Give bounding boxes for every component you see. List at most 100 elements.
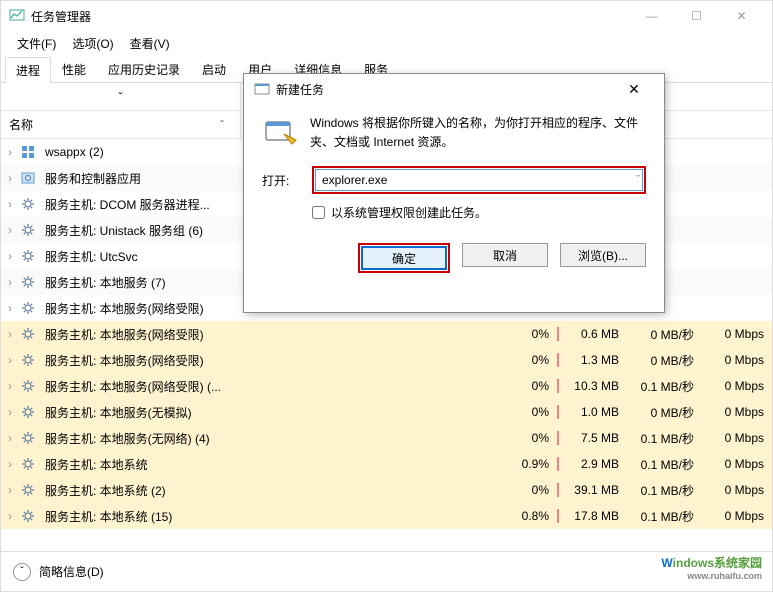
expand-icon[interactable]: › xyxy=(1,405,19,419)
process-row[interactable]: ›服务主机: 本地服务(无网络) (4)0%7.5 MB0.1 MB/秒0 Mb… xyxy=(1,425,772,451)
process-icon xyxy=(19,195,37,213)
brief-info-label[interactable]: 简略信息(D) xyxy=(39,563,104,580)
menubar: 文件(F) 选项(O) 查看(V) xyxy=(1,31,772,55)
memory-value: 17.8 MB xyxy=(557,509,627,523)
dialog-titlebar: 新建任务 ✕ xyxy=(244,74,664,104)
tab-apphistory[interactable]: 应用历史记录 xyxy=(97,56,191,82)
cpu-value: 0% xyxy=(497,379,557,393)
minimize-button[interactable]: — xyxy=(629,2,674,30)
dialog-description: Windows 将根据你所键入的名称，为你打开相应的程序、文件夹、文档或 Int… xyxy=(310,114,646,152)
menu-view[interactable]: 查看(V) xyxy=(122,33,178,54)
network-value: 0 Mbps xyxy=(702,509,772,523)
expand-icon[interactable]: › xyxy=(1,509,19,523)
process-name: 服务主机: 本地服务(无网络) (4) xyxy=(41,430,497,447)
maximize-button[interactable]: ☐ xyxy=(674,2,719,30)
tab-performance[interactable]: 性能 xyxy=(51,56,97,82)
network-value: 0 Mbps xyxy=(702,379,772,393)
network-value: 0 Mbps xyxy=(702,405,772,419)
process-row[interactable]: ›服务主机: 本地系统 (2)0%39.1 MB0.1 MB/秒0 Mbps xyxy=(1,477,772,503)
memory-value: 39.1 MB xyxy=(557,483,627,497)
process-row[interactable]: ›服务主机: 本地服务(无模拟)0%1.0 MB0 MB/秒0 Mbps xyxy=(1,399,772,425)
disk-value: 0 MB/秒 xyxy=(627,404,702,421)
expand-icon[interactable]: › xyxy=(1,249,19,263)
tab-startup[interactable]: 启动 xyxy=(191,56,237,82)
tab-processes[interactable]: 进程 xyxy=(5,57,51,83)
process-icon xyxy=(19,143,37,161)
dialog-icon xyxy=(254,81,270,97)
process-icon xyxy=(19,507,37,525)
process-icon xyxy=(19,429,37,447)
process-name: 服务主机: 本地服务(网络受限) xyxy=(41,326,497,343)
process-icon xyxy=(19,481,37,499)
brief-info-toggle[interactable]: ˇ xyxy=(13,563,31,581)
run-icon xyxy=(262,114,298,150)
process-icon xyxy=(19,169,37,187)
memory-value: 2.9 MB xyxy=(557,457,627,471)
process-row[interactable]: ›服务主机: 本地服务(网络受限)0%1.3 MB0 MB/秒0 Mbps xyxy=(1,347,772,373)
process-name: 服务主机: 本地系统 xyxy=(41,456,497,473)
new-task-dialog: 新建任务 ✕ Windows 将根据你所键入的名称，为你打开相应的程序、文件夹、… xyxy=(243,73,665,313)
cpu-value: 0% xyxy=(497,431,557,445)
admin-check-label: 以系统管理权限创建此任务。 xyxy=(331,204,487,221)
cpu-value: 0% xyxy=(497,405,557,419)
memory-value: 10.3 MB xyxy=(557,379,627,393)
cpu-value: 0.8% xyxy=(497,509,557,523)
process-name: 服务主机: 本地系统 (15) xyxy=(41,508,497,525)
process-row[interactable]: ›服务主机: 本地服务(网络受限) (...0%10.3 MB0.1 MB/秒0… xyxy=(1,373,772,399)
close-button[interactable]: ✕ xyxy=(719,2,764,30)
network-value: 0 Mbps xyxy=(702,483,772,497)
expand-icon[interactable]: › xyxy=(1,353,19,367)
input-highlight: ˇ xyxy=(312,166,646,194)
chevron-down-icon: ˇ xyxy=(220,118,224,132)
expand-icon[interactable]: › xyxy=(1,379,19,393)
expand-icon[interactable]: › xyxy=(1,483,19,497)
disk-value: 0.1 MB/秒 xyxy=(627,456,702,473)
browse-button[interactable]: 浏览(B)... xyxy=(560,243,646,267)
disk-value: 0 MB/秒 xyxy=(627,326,702,343)
process-icon xyxy=(19,247,37,265)
expand-icon[interactable]: › xyxy=(1,223,19,237)
process-icon xyxy=(19,273,37,291)
expand-icon[interactable]: › xyxy=(1,431,19,445)
task-manager-window: 任务管理器 — ☐ ✕ 文件(F) 选项(O) 查看(V) 进程 性能 应用历史… xyxy=(0,0,773,592)
cpu-value: 0.9% xyxy=(497,457,557,471)
menu-file[interactable]: 文件(F) xyxy=(9,33,64,54)
ok-button[interactable]: 确定 xyxy=(361,246,447,270)
footer: ˇ 简略信息(D) xyxy=(1,551,772,591)
disk-value: 0.1 MB/秒 xyxy=(627,378,702,395)
memory-value: 1.3 MB xyxy=(557,353,627,367)
expand-icon[interactable]: › xyxy=(1,301,19,315)
admin-checkbox[interactable] xyxy=(312,206,325,219)
expand-icon[interactable]: › xyxy=(1,171,19,185)
process-row[interactable]: ›服务主机: 本地服务(网络受限)0%0.6 MB0 MB/秒0 Mbps xyxy=(1,321,772,347)
open-label: 打开: xyxy=(262,172,302,189)
dialog-title-text: 新建任务 xyxy=(276,81,324,98)
col-expand-toggle[interactable]: ˇ xyxy=(1,83,241,110)
window-title: 任务管理器 xyxy=(31,8,629,25)
process-icon xyxy=(19,325,37,343)
process-row[interactable]: › 服务主机: 本地系统0.9%2.9 MB0.1 MB/秒0 Mbps xyxy=(1,451,772,477)
network-value: 0 Mbps xyxy=(702,353,772,367)
command-input[interactable] xyxy=(315,169,643,191)
expand-icon[interactable]: › xyxy=(1,197,19,211)
cancel-button[interactable]: 取消 xyxy=(462,243,548,267)
col-header-name[interactable]: 名称ˇ xyxy=(1,111,241,138)
process-name: 服务主机: 本地系统 (2) xyxy=(41,482,497,499)
network-value: 0 Mbps xyxy=(702,431,772,445)
expand-icon[interactable]: › xyxy=(1,145,19,159)
expand-icon[interactable]: › xyxy=(1,275,19,289)
network-value: 0 Mbps xyxy=(702,327,772,341)
dialog-close-button[interactable]: ✕ xyxy=(614,81,654,98)
process-row[interactable]: ›服务主机: 本地系统 (15)0.8%17.8 MB0.1 MB/秒0 Mbp… xyxy=(1,503,772,529)
expand-icon[interactable]: › xyxy=(1,327,19,341)
menu-options[interactable]: 选项(O) xyxy=(64,33,121,54)
process-icon xyxy=(19,351,37,369)
process-icon xyxy=(19,455,37,473)
expand-icon[interactable]: › xyxy=(1,457,19,471)
titlebar: 任务管理器 — ☐ ✕ xyxy=(1,1,772,31)
process-name: 服务主机: 本地服务(网络受限) xyxy=(41,352,497,369)
app-icon xyxy=(9,8,25,24)
disk-value: 0 MB/秒 xyxy=(627,352,702,369)
network-value: 0 Mbps xyxy=(702,457,772,471)
memory-value: 1.0 MB xyxy=(557,405,627,419)
